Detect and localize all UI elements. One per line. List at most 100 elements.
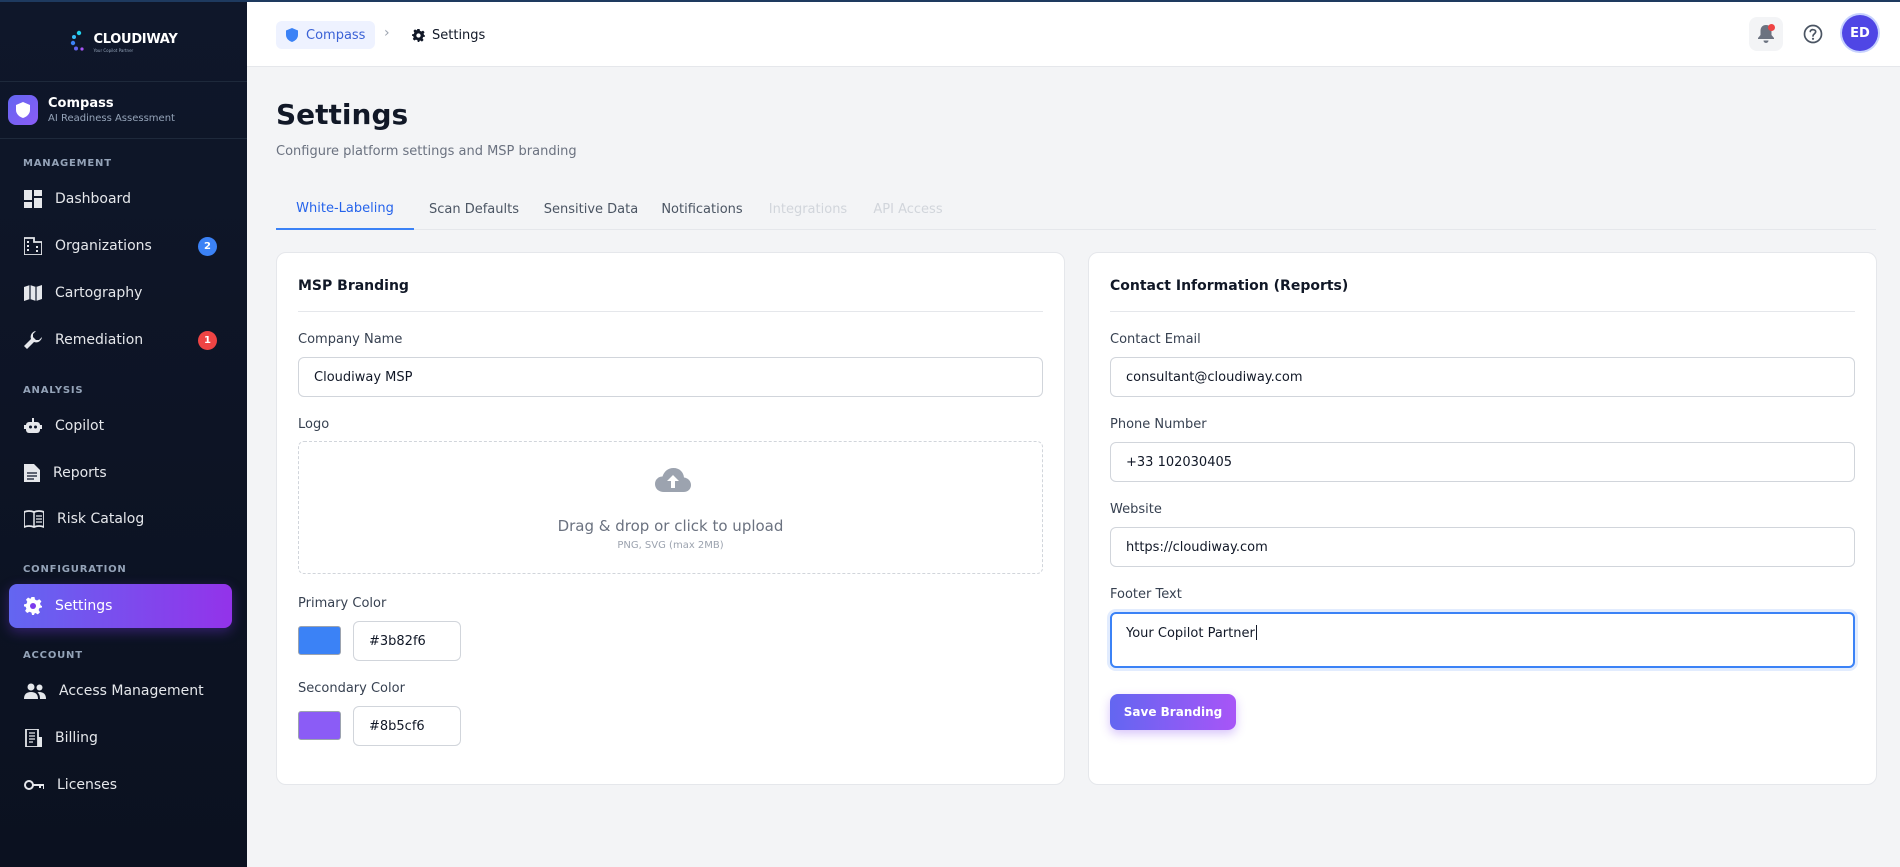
product-name: Compass (48, 96, 114, 111)
phone-number-input[interactable]: +33 102030405 (1110, 442, 1855, 482)
save-branding-button[interactable]: Save Branding (1110, 694, 1236, 730)
product-subtitle: AI Readiness Assessment (48, 113, 175, 124)
website-input[interactable]: https://cloudiway.com (1110, 527, 1855, 567)
gear-icon (24, 597, 42, 615)
tab-white-labeling[interactable]: White-Labeling (276, 188, 414, 230)
cloudiway-logo: CLOUDIWAY Your Copilot Partner (70, 28, 178, 53)
primary-color-input[interactable]: #3b82f6 (353, 621, 461, 661)
primary-color-label: Primary Color (298, 596, 387, 611)
page-subtitle: Configure platform settings and MSP bran… (276, 144, 577, 159)
shield-icon (286, 28, 298, 42)
footer-text-textarea[interactable]: Your Copilot Partner (1110, 612, 1855, 668)
divider (298, 311, 1043, 312)
section-label-analysis: ANALYSIS (23, 385, 84, 396)
sidebar-item-label: Settings (55, 598, 113, 614)
book-icon (24, 510, 44, 528)
tab-integrations: Integrations (768, 201, 848, 217)
sidebar-item-label: Risk Catalog (57, 511, 145, 527)
users-icon (24, 683, 46, 699)
sidebar-item-label: Licenses (57, 777, 118, 793)
sidebar-item-organizations[interactable]: Organizations 2 (9, 224, 232, 268)
sidebar-item-dashboard[interactable]: Dashboard (9, 177, 232, 221)
page-title: Settings (276, 98, 409, 131)
sidebar-item-risk-catalog[interactable]: Risk Catalog (9, 497, 232, 541)
sidebar-item-label: Reports (53, 465, 107, 481)
contact-email-label: Contact Email (1110, 332, 1201, 347)
sidebar-item-label: Dashboard (55, 191, 131, 207)
sidebar-item-copilot[interactable]: Copilot (9, 404, 232, 448)
breadcrumb-current: Settings (412, 21, 485, 49)
sidebar-item-label: Access Management (59, 683, 204, 699)
section-label-configuration: CONFIGURATION (23, 564, 127, 575)
help-icon (1803, 24, 1823, 44)
secondary-color-input[interactable]: #8b5cf6 (353, 706, 461, 746)
top-header: Compass › Settings ED (247, 0, 1900, 67)
sidebar-item-access-management[interactable]: Access Management (9, 669, 232, 713)
card-title: Contact Information (Reports) (1110, 278, 1349, 294)
logo-tagline: Your Copilot Partner (93, 48, 134, 53)
msp-branding-card: MSP Branding Company Name Cloudiway MSP … (276, 252, 1065, 785)
logo-mark-icon (70, 30, 84, 51)
phone-number-label: Phone Number (1110, 417, 1207, 432)
brand-logo-area[interactable]: CLOUDIWAY Your Copilot Partner (0, 0, 247, 82)
chevron-right-icon: › (384, 25, 390, 41)
contact-information-card: Contact Information (Reports) Contact Em… (1088, 252, 1877, 785)
divider (1110, 311, 1855, 312)
help-button[interactable] (1796, 17, 1830, 51)
upload-hint: PNG, SVG (max 2MB) (617, 540, 724, 551)
sidebar-item-label: Billing (55, 730, 98, 746)
tab-notifications[interactable]: Notifications (648, 188, 756, 230)
wrench-icon (24, 331, 42, 349)
user-avatar[interactable]: ED (1842, 15, 1878, 51)
sidebar-item-cartography[interactable]: Cartography (9, 271, 232, 315)
notifications-button[interactable] (1749, 17, 1783, 51)
map-icon (24, 284, 42, 302)
tab-scan-defaults[interactable]: Scan Defaults (414, 188, 534, 230)
section-label-management: MANAGEMENT (23, 158, 112, 169)
robot-icon (24, 417, 42, 435)
sidebar-item-billing[interactable]: Billing (9, 716, 232, 760)
cloud-upload-icon (655, 468, 691, 492)
settings-tabs: White-Labeling Scan Defaults Sensitive D… (276, 188, 1876, 230)
upload-instruction: Drag & drop or click to upload (557, 517, 784, 535)
receipt-icon (24, 729, 42, 747)
breadcrumb-home-label: Compass (306, 27, 366, 43)
sidebar-item-label: Organizations (55, 238, 152, 254)
website-label: Website (1110, 502, 1162, 517)
logo-label: Logo (298, 417, 330, 432)
sidebar-item-label: Remediation (55, 332, 144, 348)
section-label-account: ACCOUNT (23, 650, 83, 661)
footer-text-value: Your Copilot Partner (1126, 626, 1255, 641)
shield-icon (8, 95, 38, 125)
breadcrumb-home[interactable]: Compass (276, 21, 376, 49)
secondary-color-swatch[interactable] (298, 711, 341, 740)
gear-icon (412, 28, 425, 42)
secondary-color-label: Secondary Color (298, 681, 405, 696)
organizations-count-badge: 2 (198, 236, 217, 256)
remediation-count-badge: 1 (198, 330, 217, 350)
sidebar-item-remediation[interactable]: Remediation 1 (9, 318, 232, 362)
sidebar-item-settings[interactable]: Settings (9, 584, 232, 628)
contact-email-input[interactable]: consultant@cloudiway.com (1110, 357, 1855, 397)
breadcrumb-current-label: Settings (432, 27, 486, 43)
company-name-label: Company Name (298, 332, 403, 347)
notification-dot (1768, 24, 1775, 31)
sidebar-item-reports[interactable]: Reports (9, 451, 232, 495)
sidebar: CLOUDIWAY Your Copilot Partner Compass A… (0, 0, 247, 867)
building-icon (24, 237, 42, 255)
top-accent-line (0, 0, 1900, 2)
sidebar-item-licenses[interactable]: Licenses (9, 763, 232, 807)
dashboard-icon (24, 190, 42, 208)
tab-api-access: API Access (873, 201, 943, 217)
logo-upload-dropzone[interactable]: Drag & drop or click to upload PNG, SVG … (298, 441, 1043, 574)
document-icon (24, 464, 40, 482)
card-title: MSP Branding (298, 278, 409, 294)
text-caret (1255, 625, 1257, 640)
primary-color-swatch[interactable] (298, 626, 341, 655)
footer-text-label: Footer Text (1110, 587, 1182, 602)
product-switcher[interactable]: Compass AI Readiness Assessment (0, 82, 247, 139)
logo-wordmark: CLOUDIWAY (93, 32, 178, 47)
tab-sensitive-data[interactable]: Sensitive Data (534, 188, 648, 230)
sidebar-item-label: Copilot (55, 418, 105, 434)
company-name-input[interactable]: Cloudiway MSP (298, 357, 1043, 397)
